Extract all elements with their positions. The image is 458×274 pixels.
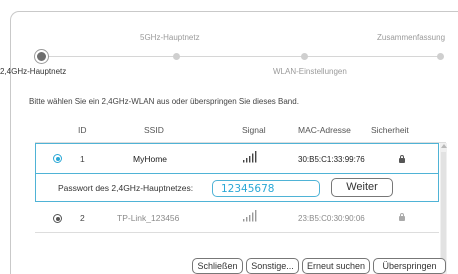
- row-2-ssid: TP-Link_123456: [117, 213, 180, 223]
- row-2-mac: 23:B5:C0:30:90:06: [298, 214, 365, 223]
- signal-strength-icon: [243, 210, 257, 222]
- lock-icon: [399, 213, 405, 221]
- weiter-button[interactable]: Weiter: [331, 178, 393, 197]
- rescan-button[interactable]: Erneut suchen: [302, 258, 370, 274]
- col-header-security: Sicherheit: [371, 125, 409, 135]
- password-input[interactable]: [212, 180, 320, 197]
- row-1-mac: 30:B5:C1:33:99:76: [298, 155, 365, 164]
- row-2-radio[interactable]: [53, 214, 62, 223]
- step-dot-2: [173, 53, 180, 60]
- row-2-id: 2: [80, 213, 85, 223]
- instruction-text: Bitte wählen Sie ein 2,4GHz-WLAN aus ode…: [29, 97, 299, 106]
- col-header-signal: Signal: [242, 125, 266, 135]
- step-dot-1: [35, 50, 48, 63]
- scroll-up-icon[interactable]: [441, 144, 447, 148]
- row-divider: [35, 232, 439, 233]
- signal-strength-icon: [243, 151, 257, 163]
- step-dot-4: [437, 53, 444, 60]
- scroll-thumb[interactable]: [441, 152, 446, 272]
- row-1-id: 1: [80, 154, 85, 164]
- step-label-1: 2,4GHz-Hauptnetz: [0, 67, 67, 76]
- col-header-mac: MAC-Adresse: [298, 125, 351, 135]
- row-1-radio[interactable]: [53, 154, 62, 163]
- table-row[interactable]: [35, 143, 439, 173]
- skip-button[interactable]: Überspringen: [373, 258, 446, 274]
- row-1-ssid: MyHome: [133, 154, 168, 164]
- step-label-2: 5GHz-Hauptnetz: [140, 33, 200, 42]
- password-label: Passwort des 2,4GHz-Hauptnetzes:: [58, 183, 194, 193]
- step-dot-3: [301, 53, 308, 60]
- col-header-ssid: SSID: [144, 125, 164, 135]
- lock-icon: [399, 155, 405, 163]
- close-button[interactable]: Schließen: [192, 258, 243, 274]
- stepper-line: [44, 56, 442, 57]
- other-button[interactable]: Sonstige...: [246, 258, 299, 274]
- step-label-3: WLAN-Einstellungen: [273, 67, 347, 76]
- step-label-4: Zusammenfassung: [377, 33, 446, 42]
- col-header-id: ID: [78, 125, 87, 135]
